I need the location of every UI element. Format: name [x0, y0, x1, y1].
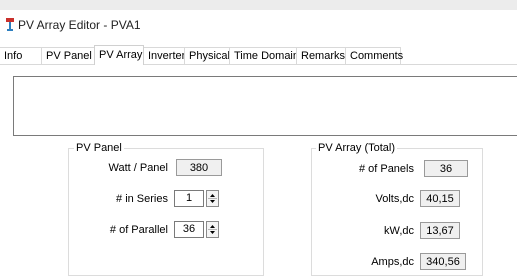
- kw-dc-value: 13,67: [420, 222, 460, 239]
- in-series-input[interactable]: 1: [174, 190, 204, 207]
- amps-dc-label: Amps,dc: [371, 256, 414, 268]
- tab-remarks[interactable]: Remarks: [296, 47, 346, 64]
- amps-dc-value: 340,56: [420, 253, 466, 270]
- volts-dc-label: Volts,dc: [375, 193, 414, 205]
- number-of-panels-value: 36: [424, 160, 468, 177]
- in-series-spinner[interactable]: [206, 190, 219, 207]
- up-down-arrows-icon: [208, 194, 217, 203]
- of-parallel-label: # of Parallel: [109, 224, 168, 236]
- up-down-arrows-icon: [208, 225, 217, 234]
- tab-info[interactable]: Info: [0, 47, 42, 64]
- tab-physical[interactable]: Physical: [184, 47, 230, 64]
- watt-per-panel-label: Watt / Panel: [108, 162, 168, 174]
- number-of-panels-label: # of Panels: [358, 163, 414, 175]
- in-series-label: # in Series: [116, 193, 168, 205]
- tab-pv-panel[interactable]: PV Panel: [41, 47, 95, 64]
- of-parallel-spinner[interactable]: [206, 221, 219, 238]
- window-title: PV Array Editor - PVA1: [18, 18, 141, 32]
- volts-dc-value: 40,15: [420, 190, 460, 207]
- watt-per-panel-value: 380: [176, 159, 222, 176]
- of-parallel-input[interactable]: 36: [174, 221, 204, 238]
- kw-dc-label: kW,dc: [384, 225, 414, 237]
- pv-array-total-group-title: PV Array (Total): [316, 142, 398, 154]
- tab-pv-array[interactable]: PV Array: [94, 45, 144, 65]
- pv-array-app-icon: [5, 17, 15, 31]
- tab-inverter[interactable]: Inverter: [143, 47, 185, 64]
- pv-panel-group-title: PV Panel: [74, 142, 124, 154]
- description-textbox[interactable]: [13, 76, 517, 136]
- tab-comments[interactable]: Comments: [345, 47, 403, 64]
- window-titlebar-strip: [0, 0, 517, 10]
- tab-time-domain[interactable]: Time Domain: [229, 47, 299, 64]
